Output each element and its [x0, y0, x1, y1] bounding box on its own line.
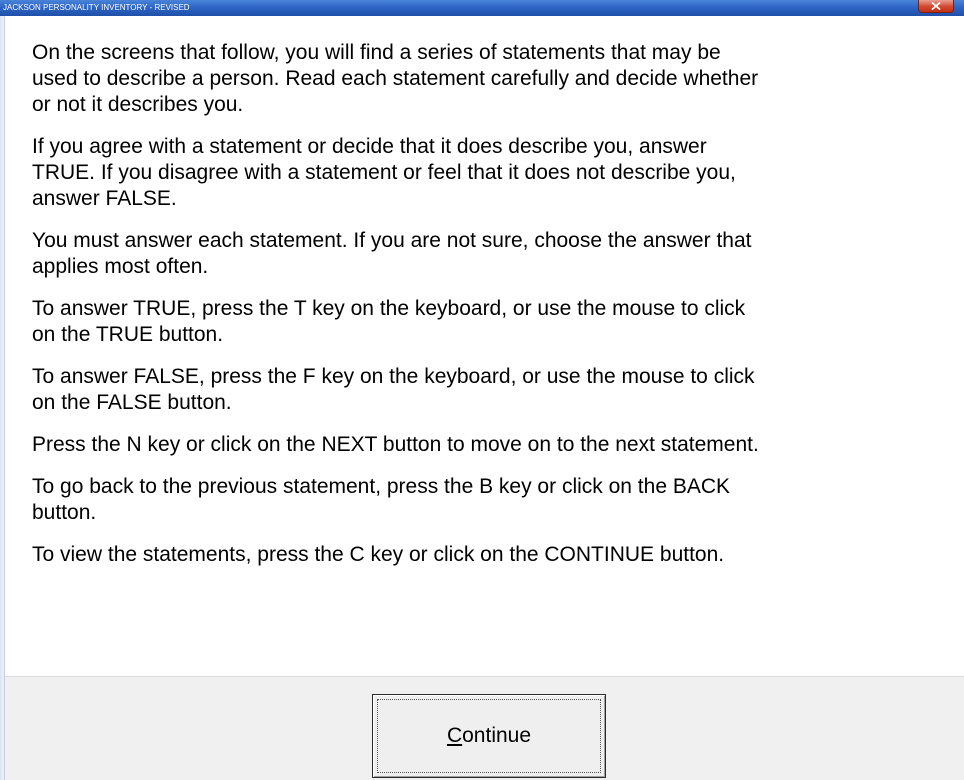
instruction-paragraph: You must answer each statement. If you a…	[32, 229, 752, 278]
continue-label-rest: ontinue	[462, 724, 532, 747]
instruction-paragraph: On the screens that follow, you will fin…	[32, 41, 759, 116]
instruction-paragraph: To answer TRUE, press the T key on the k…	[32, 297, 746, 346]
close-icon	[931, 1, 941, 11]
instruction-paragraph: To go back to the previous statement, pr…	[32, 475, 731, 524]
application-window: JACKSON PERSONALITY INVENTORY - REVISED …	[0, 0, 964, 780]
continue-button-label: Continue	[373, 723, 605, 749]
continue-button[interactable]: Continue	[372, 694, 606, 778]
window-title: JACKSON PERSONALITY INVENTORY - REVISED	[3, 3, 190, 12]
instruction-paragraph: To answer FALSE, press the F key on the …	[32, 365, 755, 414]
window-left-border	[0, 16, 5, 780]
instruction-paragraph: To view the statements, press the C key …	[32, 543, 725, 566]
title-bar[interactable]: JACKSON PERSONALITY INVENTORY - REVISED	[0, 0, 964, 16]
continue-mnemonic: C	[446, 724, 463, 747]
close-button[interactable]	[918, 0, 954, 13]
instructions-text: On the screens that follow, you will fin…	[32, 40, 956, 584]
instruction-paragraph: If you agree with a statement or decide …	[32, 135, 736, 210]
instruction-paragraph: Press the N key or click on the NEXT but…	[32, 433, 759, 456]
